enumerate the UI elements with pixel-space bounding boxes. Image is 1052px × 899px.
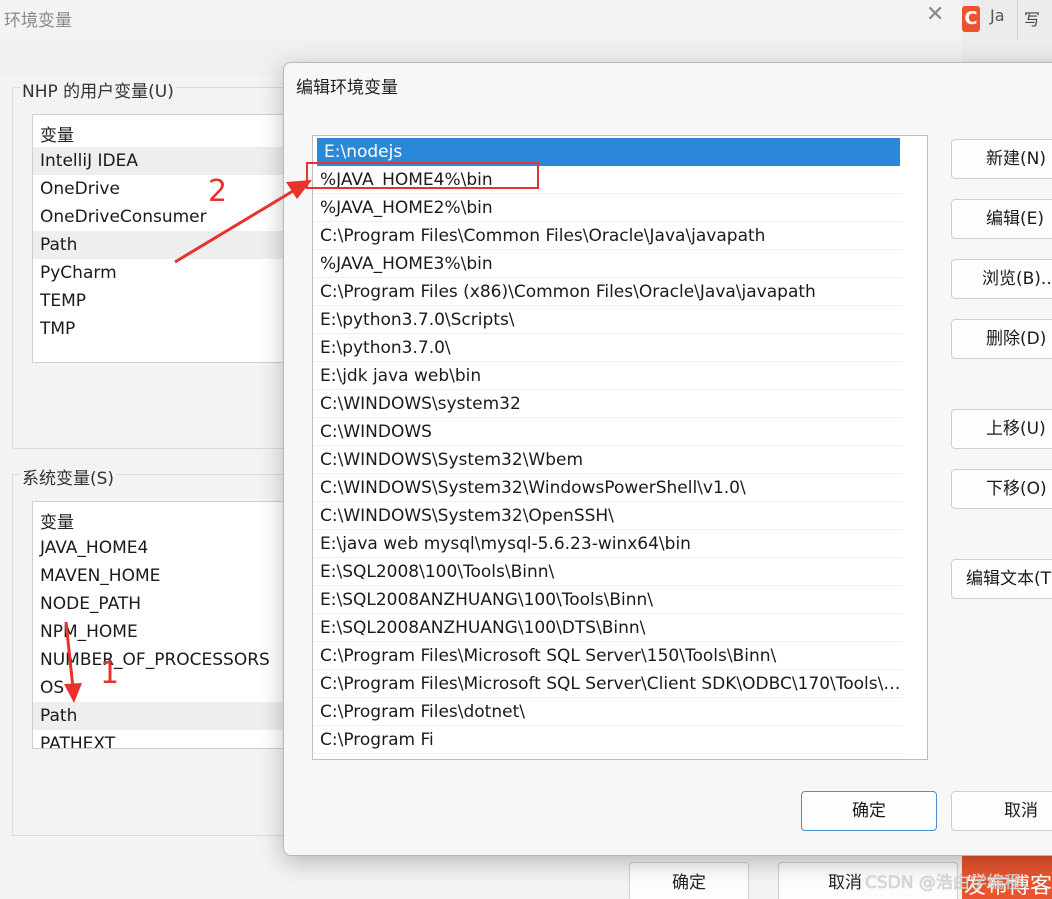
- path-entry-row[interactable]: E:\python3.7.0\: [313, 334, 903, 362]
- edit-button[interactable]: 编辑(E): [951, 199, 1052, 239]
- path-entry-row[interactable]: %JAVA_HOME3%\bin: [313, 250, 903, 278]
- csdn-logo-icon[interactable]: C: [962, 6, 980, 32]
- path-entry-row[interactable]: C:\WINDOWS\System32\OpenSSH\: [313, 502, 903, 530]
- dialog-cancel-button[interactable]: 取消: [951, 791, 1052, 831]
- move-up-button[interactable]: 上移(U): [951, 409, 1052, 449]
- path-entry-row[interactable]: C:\Program Files\Common Files\Oracle\Jav…: [313, 222, 903, 250]
- path-entries-list[interactable]: C:\Program Fi C:\Program Files\dotnet\ C:\…: [312, 135, 928, 760]
- system-variable-row[interactable]: NUMBER_OF_PROCESSORS: [33, 646, 301, 674]
- step-1-label: 1: [100, 656, 120, 691]
- window-ok-button[interactable]: 确定: [629, 862, 749, 899]
- path-entry-row[interactable]: E:\jdk java web\bin: [313, 362, 903, 390]
- user-variable-row[interactable]: Path: [33, 231, 301, 259]
- path-entry-row[interactable]: %JAVA_HOME2%\bin: [313, 194, 903, 222]
- path-entry-row[interactable]: E:\SQL2008\100\Tools\Binn\: [313, 558, 903, 586]
- user-variables-label: NHP 的用户变量(U): [20, 77, 176, 102]
- tab-divider: [1017, 0, 1018, 40]
- system-variables-list[interactable]: 变量 JAVA_HOME4 MAVEN_HOME NODE_PATH NPM_HOME…: [32, 501, 302, 749]
- path-entry-row[interactable]: C:\Program Files (x86)\Common Files\Orac…: [313, 278, 903, 306]
- user-variable-row[interactable]: TEMP: [33, 287, 301, 315]
- system-variable-row[interactable]: Path: [33, 702, 301, 730]
- system-variable-row[interactable]: MAVEN_HOME: [33, 562, 301, 590]
- path-entry-row[interactable]: E:\java web mysql\mysql-5.6.23-winx64\bi…: [313, 530, 903, 558]
- user-variable-row[interactable]: IntelliJ IDEA: [33, 147, 301, 175]
- path-entry-row[interactable]: C:\Program Fi: [313, 726, 903, 754]
- dialog-title: 编辑环境变量: [296, 78, 398, 98]
- window-title: 环境变量: [4, 11, 72, 31]
- system-variables-header: 变量: [40, 513, 74, 533]
- highlight-box: [306, 162, 539, 189]
- path-entry-row[interactable]: C:\Program Files\Microsoft SQL Server\Cl…: [313, 670, 903, 698]
- dialog-ok-button[interactable]: 确定: [801, 791, 937, 831]
- path-entry-row[interactable]: C:\WINDOWS\System32\WindowsPowerShell\v1…: [313, 474, 903, 502]
- step-2-label: 2: [208, 174, 228, 209]
- path-entry-row[interactable]: C:\WINDOWS: [313, 418, 903, 446]
- path-entry-row[interactable]: E:\SQL2008ANZHUANG\100\DTS\Binn\: [313, 614, 903, 642]
- user-variables-header: 变量: [40, 126, 74, 146]
- browse-button[interactable]: 浏览(B)...: [951, 259, 1052, 299]
- move-down-button[interactable]: 下移(O): [951, 469, 1052, 509]
- system-variable-row[interactable]: PATHEXT: [33, 730, 301, 748]
- system-variable-row[interactable]: JAVA_HOME4: [33, 534, 301, 562]
- csdn-watermark: CSDN @浩由学编程: [865, 873, 1021, 893]
- path-entry-row[interactable]: C:\WINDOWS\System32\Wbem: [313, 446, 903, 474]
- system-variable-row[interactable]: OS: [33, 674, 301, 702]
- user-variables-list[interactable]: 变量 IntelliJ IDEA OneDrive OneDriveConsumer…: [32, 114, 302, 363]
- path-entry-row[interactable]: C:\WINDOWS\system32: [313, 390, 903, 418]
- path-entry-row[interactable]: E:\SQL2008ANZHUANG\100\Tools\Binn\: [313, 586, 903, 614]
- system-variables-label: 系统变量(S): [20, 464, 117, 489]
- system-variable-row[interactable]: NODE_PATH: [33, 590, 301, 618]
- path-entry-row[interactable]: C:\Program Files\dotnet\: [313, 698, 903, 726]
- tab-write[interactable]: 写: [1024, 6, 1040, 30]
- new-button[interactable]: 新建(N): [951, 139, 1052, 179]
- user-variable-row[interactable]: OneDrive: [33, 175, 301, 203]
- close-icon[interactable]: ✕: [926, 2, 944, 27]
- user-variable-row[interactable]: PyCharm: [33, 259, 301, 287]
- delete-button[interactable]: 删除(D): [951, 319, 1052, 359]
- path-entry-row[interactable]: E:\python3.7.0\Scripts\: [313, 306, 903, 334]
- tab-ja[interactable]: Ja: [990, 6, 1005, 25]
- user-variable-row[interactable]: TMP: [33, 315, 301, 343]
- path-entry-row[interactable]: C:\Program Files\Microsoft SQL Server\15…: [313, 642, 903, 670]
- edit-text-button[interactable]: 编辑文本(T)...: [951, 559, 1052, 599]
- system-variable-row[interactable]: NPM_HOME: [33, 618, 301, 646]
- user-variable-row[interactable]: OneDriveConsumer: [33, 203, 301, 231]
